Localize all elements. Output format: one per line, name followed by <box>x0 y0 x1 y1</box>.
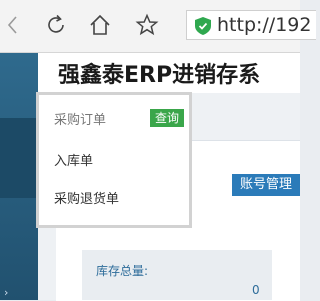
reload-icon[interactable] <box>43 12 69 38</box>
browser-toolbar: http://192 <box>0 0 316 53</box>
account-management-button[interactable]: 账号管理 <box>232 174 301 196</box>
url-text: http://192 <box>217 14 312 36</box>
menu-item-purchase-order[interactable]: 采购订单 <box>54 109 106 128</box>
back-chevron-icon[interactable] <box>0 12 26 38</box>
stock-total-value: 0 <box>252 283 260 297</box>
sidebar-active-item[interactable] <box>0 118 38 198</box>
address-bar[interactable]: http://192 <box>186 10 316 40</box>
menu-item-purchase-return[interactable]: 采购退货单 <box>54 188 119 207</box>
query-badge-button[interactable]: 查询 <box>150 109 185 127</box>
sidebar-expand-icon[interactable]: › <box>4 286 8 299</box>
app-title: 强鑫泰ERP进销存系 <box>58 63 261 88</box>
shield-icon <box>195 17 211 35</box>
stock-total-label: 库存总量: <box>96 264 149 278</box>
purchase-dropdown-menu: 采购订单 查询 入库单 采购退货单 <box>36 92 192 228</box>
favorite-star-icon[interactable] <box>134 12 160 38</box>
home-icon[interactable] <box>87 12 113 38</box>
menu-item-stock-in[interactable]: 入库单 <box>54 150 93 169</box>
